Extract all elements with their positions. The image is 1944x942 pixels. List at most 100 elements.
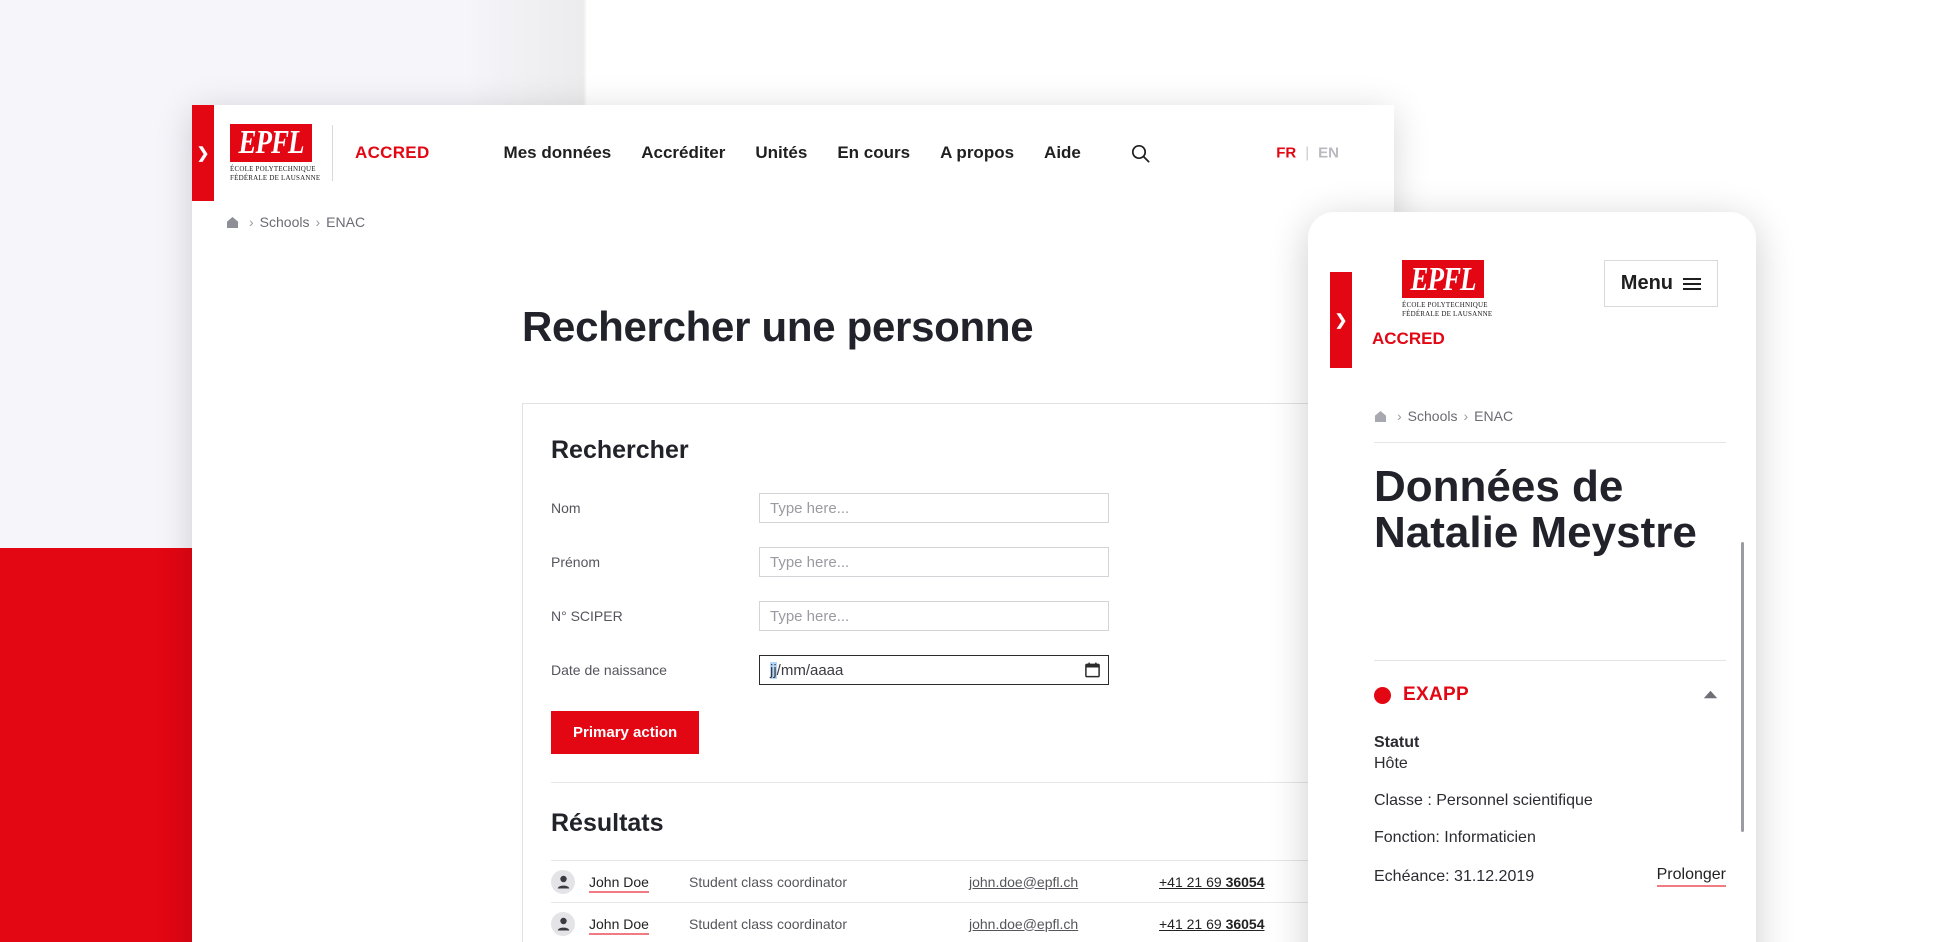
calendar-icon[interactable] bbox=[1085, 662, 1100, 678]
row-name: John Doe bbox=[589, 915, 689, 935]
table-row: John Doe Student class coordinator john.do… bbox=[551, 902, 1394, 942]
epfl-logo-line2: FÉDÉRALE DE LAUSANNE bbox=[1402, 309, 1493, 318]
exapp-label: EXAPP bbox=[1403, 684, 1469, 705]
epfl-logo-glyph: EPFL bbox=[238, 123, 304, 161]
breadcrumb-item-enac[interactable]: ENAC bbox=[1474, 408, 1513, 424]
mobile-menu-button[interactable]: Menu bbox=[1603, 260, 1718, 307]
epfl-logo-subtitle: ÉCOLE POLYTECHNIQUE FÉDÉRALE DE LAUSANNE bbox=[1402, 301, 1493, 319]
nav-item-accrediter[interactable]: Accréditer bbox=[641, 143, 725, 163]
input-nom[interactable] bbox=[759, 493, 1109, 523]
epfl-logo-mark: EPFL bbox=[1402, 260, 1484, 298]
app-name: ACCRED bbox=[1372, 328, 1445, 348]
nav-item-unites[interactable]: Unités bbox=[755, 143, 807, 163]
phone-link[interactable]: +41 21 69 36054 bbox=[1159, 874, 1265, 890]
row-email: john.doe@epfl.ch bbox=[969, 874, 1159, 890]
page-title: Rechercher une personne bbox=[522, 303, 1034, 350]
epfl-logo-line2: FÉDÉRALE DE LAUSANNE bbox=[230, 173, 321, 182]
breadcrumb-item-schools[interactable]: Schools bbox=[260, 214, 310, 230]
echeance-value: Echéance: 31.12.2019 bbox=[1374, 867, 1535, 885]
chevron-right-icon: ❯ bbox=[196, 144, 210, 162]
epfl-logo[interactable]: EPFL ÉCOLE POLYTECHNIQUE FÉDÉRALE DE LAU… bbox=[230, 123, 321, 183]
caret-up-icon[interactable] bbox=[1703, 686, 1718, 704]
search-panel: Rechercher Nom Prénom N° SCIPER bbox=[522, 403, 1394, 942]
fonction-value: Fonction: Informaticien bbox=[1374, 829, 1536, 846]
classe-value: Classe : Personnel scientifique bbox=[1374, 792, 1593, 809]
nav-item-aide[interactable]: Aide bbox=[1044, 143, 1081, 163]
exapp-section-header[interactable]: EXAPP bbox=[1374, 684, 1726, 706]
email-link[interactable]: john.doe@epfl.ch bbox=[969, 916, 1078, 932]
row-email: john.doe@epfl.ch bbox=[969, 916, 1159, 932]
lang-en[interactable]: EN bbox=[1318, 145, 1339, 162]
app-name: ACCRED bbox=[355, 143, 430, 162]
phone-link[interactable]: +41 21 69 36054 bbox=[1159, 916, 1265, 932]
phone-prefix: +41 21 69 bbox=[1159, 915, 1226, 932]
mobile-page-title: Données de Natalie Meystre bbox=[1374, 462, 1697, 558]
form-row-prenom: Prénom bbox=[551, 547, 1394, 577]
desktop-main: Rechercher une personne Rechercher Nom P… bbox=[214, 243, 1394, 942]
input-prenom[interactable] bbox=[759, 547, 1109, 577]
epfl-logo-glyph: EPFL bbox=[1410, 259, 1476, 298]
search-panel-heading: Rechercher bbox=[551, 436, 689, 464]
email-link[interactable]: john.doe@epfl.ch bbox=[969, 874, 1078, 890]
screenshot-root: ❯ EPFL ÉCOLE POLYTECHNIQUE FÉDÉRALE DE L… bbox=[0, 0, 1944, 942]
statut-key: Statut bbox=[1374, 734, 1420, 751]
red-status-dot-icon bbox=[1374, 686, 1391, 704]
breadcrumb-separator-1: › bbox=[1397, 408, 1402, 424]
form-row-date-naissance: Date de naissance jj/mm/aaaa bbox=[551, 655, 1394, 685]
language-switcher: FR | EN bbox=[1276, 145, 1339, 162]
phone-extension: 36054 bbox=[1225, 915, 1265, 932]
epfl-logo[interactable]: EPFL ÉCOLE POLYTECHNIQUE FÉDÉRALE DE LAU… bbox=[1402, 260, 1493, 319]
label-sciper: N° SCIPER bbox=[551, 608, 623, 624]
date-rest-segment: /mm/aaaa bbox=[776, 661, 844, 679]
desktop-header: EPFL ÉCOLE POLYTECHNIQUE FÉDÉRALE DE LAU… bbox=[214, 105, 1394, 201]
breadcrumb-item-schools[interactable]: Schools bbox=[1408, 408, 1458, 424]
row-role: Student class coordinator bbox=[689, 915, 847, 932]
row-name: John Doe bbox=[589, 873, 689, 893]
input-date-naissance[interactable]: jj/mm/aaaa bbox=[759, 655, 1109, 685]
desktop-browser-card: ❯ EPFL ÉCOLE POLYTECHNIQUE FÉDÉRALE DE L… bbox=[192, 105, 1394, 942]
mobile-header: EPFL ÉCOLE POLYTECHNIQUE FÉDÉRALE DE LAU… bbox=[1352, 260, 1734, 349]
row-phone: +41 21 69 36054 bbox=[1159, 916, 1324, 932]
epfl-logo-line1: ÉCOLE POLYTECHNIQUE bbox=[1402, 301, 1488, 309]
breadcrumb-item-enac[interactable]: ENAC bbox=[326, 214, 365, 230]
date-day-segment[interactable]: jj bbox=[770, 661, 777, 679]
person-icon bbox=[551, 911, 575, 936]
row-phone: +41 21 69 36054 bbox=[1159, 874, 1324, 890]
search-icon[interactable] bbox=[1131, 144, 1150, 163]
person-name-link[interactable]: John Doe bbox=[589, 915, 649, 935]
breadcrumb-separator-1: › bbox=[249, 214, 254, 230]
epfl-logo-line1: ÉCOLE POLYTECHNIQUE bbox=[230, 164, 316, 173]
prolonger-link[interactable]: Prolonger bbox=[1656, 866, 1726, 887]
date-value: jj/mm/aaaa bbox=[770, 661, 1085, 679]
form-row-sciper: N° SCIPER bbox=[551, 601, 1394, 631]
label-prenom: Prénom bbox=[551, 554, 601, 570]
desktop-side-tab[interactable]: ❯ bbox=[192, 105, 214, 201]
epfl-logo-subtitle: ÉCOLE POLYTECHNIQUE FÉDÉRALE DE LAUSANNE bbox=[230, 164, 321, 183]
phone-extension: 36054 bbox=[1225, 873, 1265, 890]
home-icon[interactable] bbox=[226, 216, 239, 229]
lang-fr[interactable]: FR bbox=[1276, 145, 1296, 162]
nav-item-mes-donnees[interactable]: Mes données bbox=[504, 143, 612, 163]
echeance-row: Echéance: 31.12.2019 Prolonger bbox=[1374, 866, 1726, 887]
breadcrumb: › Schools › ENAC bbox=[214, 201, 1394, 243]
primary-action-button[interactable]: Primary action bbox=[551, 711, 700, 754]
mobile-scrollbar[interactable] bbox=[1741, 542, 1744, 832]
nav-item-a-propos[interactable]: A propos bbox=[940, 143, 1014, 163]
phone-prefix: +41 21 69 bbox=[1159, 873, 1226, 890]
statut-value: Hôte bbox=[1374, 755, 1408, 772]
results-heading: Résultats bbox=[551, 809, 664, 837]
input-sciper[interactable] bbox=[759, 601, 1109, 631]
form-row-nom: Nom bbox=[551, 493, 1394, 523]
label-nom: Nom bbox=[551, 500, 581, 516]
lang-separator: | bbox=[1305, 144, 1310, 162]
mobile-side-tab[interactable]: ❯ bbox=[1330, 272, 1352, 368]
nav-item-en-cours[interactable]: En cours bbox=[837, 143, 910, 163]
person-name-link[interactable]: John Doe bbox=[589, 873, 649, 893]
hamburger-icon bbox=[1683, 277, 1701, 290]
exapp-details: Statut Hôte Classe : Personnel scientifi… bbox=[1374, 734, 1726, 887]
home-icon[interactable] bbox=[1374, 410, 1387, 423]
mobile-divider-mid bbox=[1374, 660, 1726, 661]
row-role: Student class coordinator bbox=[689, 873, 847, 890]
mobile-device-card: ❯ EPFL ÉCOLE POLYTECHNIQUE FÉDÉRALE DE L… bbox=[1308, 212, 1756, 942]
breadcrumb-separator-2: › bbox=[1463, 408, 1469, 424]
